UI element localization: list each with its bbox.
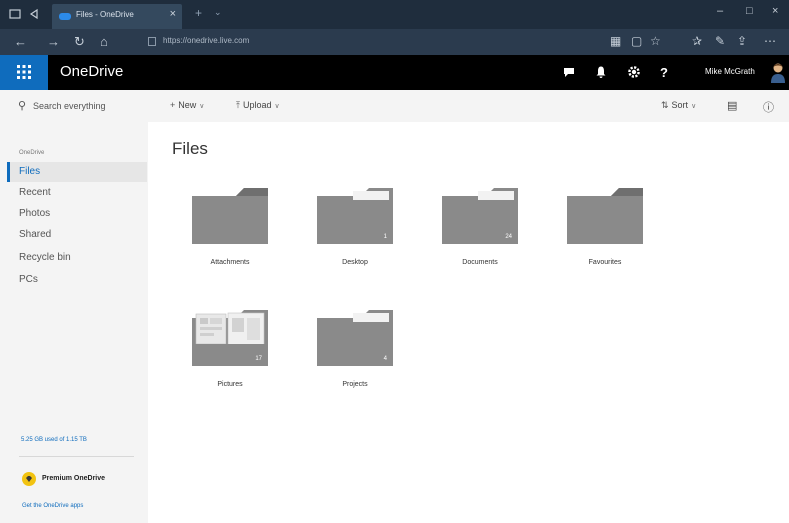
folder-tile[interactable]: 1 Desktop	[295, 188, 395, 298]
folder-name: Favourites	[588, 259, 622, 266]
folder-icon: 4	[317, 310, 393, 366]
premium-onedrive-link[interactable]: Premium OneDrive	[42, 475, 105, 482]
nav-item-photos[interactable]: Photos	[7, 204, 147, 224]
nav-item-files[interactable]: Files	[7, 162, 147, 182]
item-count: 1	[383, 234, 387, 240]
folder-name: Desktop	[342, 259, 368, 266]
nav-item-recycle-bin[interactable]: Recycle bin	[7, 248, 147, 268]
folder-icon	[192, 188, 268, 244]
notifications-icon[interactable]	[593, 65, 609, 81]
folder-name: Attachments	[210, 259, 250, 266]
tab-dropdown-icon[interactable]: ⌄	[214, 7, 222, 18]
url-field[interactable]: https://onedrive.live.com	[163, 36, 249, 45]
tab-preview-icon[interactable]: ▢	[631, 34, 642, 48]
storage-quota-link[interactable]: 5.25 GB used of 1.15 TB	[21, 437, 87, 443]
nav-item-pcs[interactable]: PCs	[7, 270, 147, 290]
upload-icon: ⤒	[236, 100, 240, 110]
minimize-button[interactable]: –	[717, 5, 723, 17]
home-icon[interactable]: ⌂	[100, 35, 108, 49]
nav-item-shared[interactable]: Shared	[7, 225, 147, 245]
sort-button[interactable]: ⇅ Sort ∨	[661, 100, 696, 111]
folder-tile[interactable]: 17 Pictures	[170, 310, 270, 420]
share-icon[interactable]: ⇪	[737, 34, 747, 48]
settings-icon[interactable]	[626, 65, 642, 81]
app-name[interactable]: OneDrive	[60, 63, 123, 80]
close-window-button[interactable]: ×	[772, 5, 778, 17]
new-label: New	[178, 100, 197, 110]
sort-icon: ⇅	[661, 100, 669, 110]
chevron-down-icon: ∨	[199, 103, 205, 110]
folder-name: Projects	[342, 381, 368, 388]
tab-close-icon[interactable]: ×	[170, 8, 176, 20]
folder-icon: 17	[192, 310, 268, 366]
main-content: Files Attachments 1 Desktop 24 Documents…	[148, 122, 789, 523]
favorites-hub-icon[interactable]: ✰	[692, 34, 702, 48]
nav-divider	[19, 456, 134, 457]
page-icon	[148, 37, 156, 46]
more-icon[interactable]: ⋯	[764, 34, 776, 48]
item-count: 17	[255, 356, 262, 362]
favorite-star-icon[interactable]: ☆	[650, 34, 661, 48]
avatar[interactable]	[770, 61, 786, 83]
page-title: Files	[172, 139, 208, 158]
web-note-icon[interactable]: ✎	[715, 34, 725, 48]
folder-tile[interactable]: 24 Documents	[420, 188, 520, 298]
chevron-down-icon: ∨	[274, 103, 280, 110]
search-input[interactable]: Search everything	[33, 101, 106, 111]
back-tabs-icon[interactable]	[28, 7, 42, 21]
search-icon: ⚲	[18, 100, 27, 112]
nav-item-recent[interactable]: Recent	[7, 183, 147, 203]
forward-arrow-icon[interactable]: →	[47, 35, 60, 49]
user-name[interactable]: Mike McGrath	[705, 67, 755, 76]
browser-tab[interactable]: Files - OneDrive ×	[52, 4, 182, 29]
app-launcher-button[interactable]	[0, 55, 48, 90]
app-launcher-icon	[17, 65, 31, 79]
plus-icon: +	[170, 100, 176, 110]
maximize-button[interactable]: □	[746, 5, 753, 17]
folder-name: Pictures	[217, 381, 243, 388]
help-icon[interactable]: ?	[656, 65, 672, 81]
folder-icon	[567, 188, 643, 244]
diamond-icon	[22, 472, 36, 486]
folder-tile[interactable]: Favourites	[545, 188, 645, 298]
sort-label: Sort	[671, 100, 689, 110]
refresh-icon[interactable]: ↻	[74, 35, 85, 49]
search-box[interactable]: ⚲ Search everything	[0, 90, 148, 122]
view-toggle-icon[interactable]: ▤	[727, 99, 737, 112]
chat-icon[interactable]	[561, 65, 577, 81]
back-arrow-icon[interactable]: ←	[14, 35, 27, 49]
folder-icon: 24	[442, 188, 518, 244]
tab-title: Files - OneDrive	[76, 10, 134, 19]
folder-name: Documents	[462, 259, 498, 266]
upload-label: Upload	[242, 100, 272, 110]
tab-actions-icon[interactable]	[8, 7, 22, 21]
folder-tile[interactable]: 4 Projects	[295, 310, 395, 420]
suite-header: OneDrive ? Mike McGrath	[0, 55, 789, 90]
nav-header: OneDrive	[19, 150, 45, 156]
new-tab-button[interactable]: +	[195, 6, 202, 20]
item-count: 24	[505, 234, 512, 240]
left-navigation: OneDrive Files Recent Photos Shared Recy…	[0, 122, 148, 523]
browser-tab-bar: Files - OneDrive × + ⌄ – □ ×	[0, 0, 789, 29]
info-icon[interactable]: ⓘ	[763, 99, 774, 115]
item-count: 4	[383, 356, 387, 362]
chevron-down-icon: ∨	[691, 103, 697, 110]
upload-button[interactable]: ⤒ Upload ∨	[236, 100, 280, 111]
onedrive-favicon-icon	[59, 13, 71, 20]
folder-icon: 1	[317, 188, 393, 244]
browser-address-bar: ← → ↻ ⌂ https://onedrive.live.com ▦ ▢ ☆ …	[0, 29, 789, 55]
reading-view-icon[interactable]: ▦	[610, 34, 621, 48]
folder-tile[interactable]: Attachments	[170, 188, 270, 298]
get-apps-link[interactable]: Get the OneDrive apps	[22, 503, 83, 509]
command-bar: ⚲ Search everything + New ∨ ⤒ Upload ∨ ⇅ Sort…	[0, 90, 789, 122]
new-button[interactable]: + New ∨	[170, 100, 204, 110]
